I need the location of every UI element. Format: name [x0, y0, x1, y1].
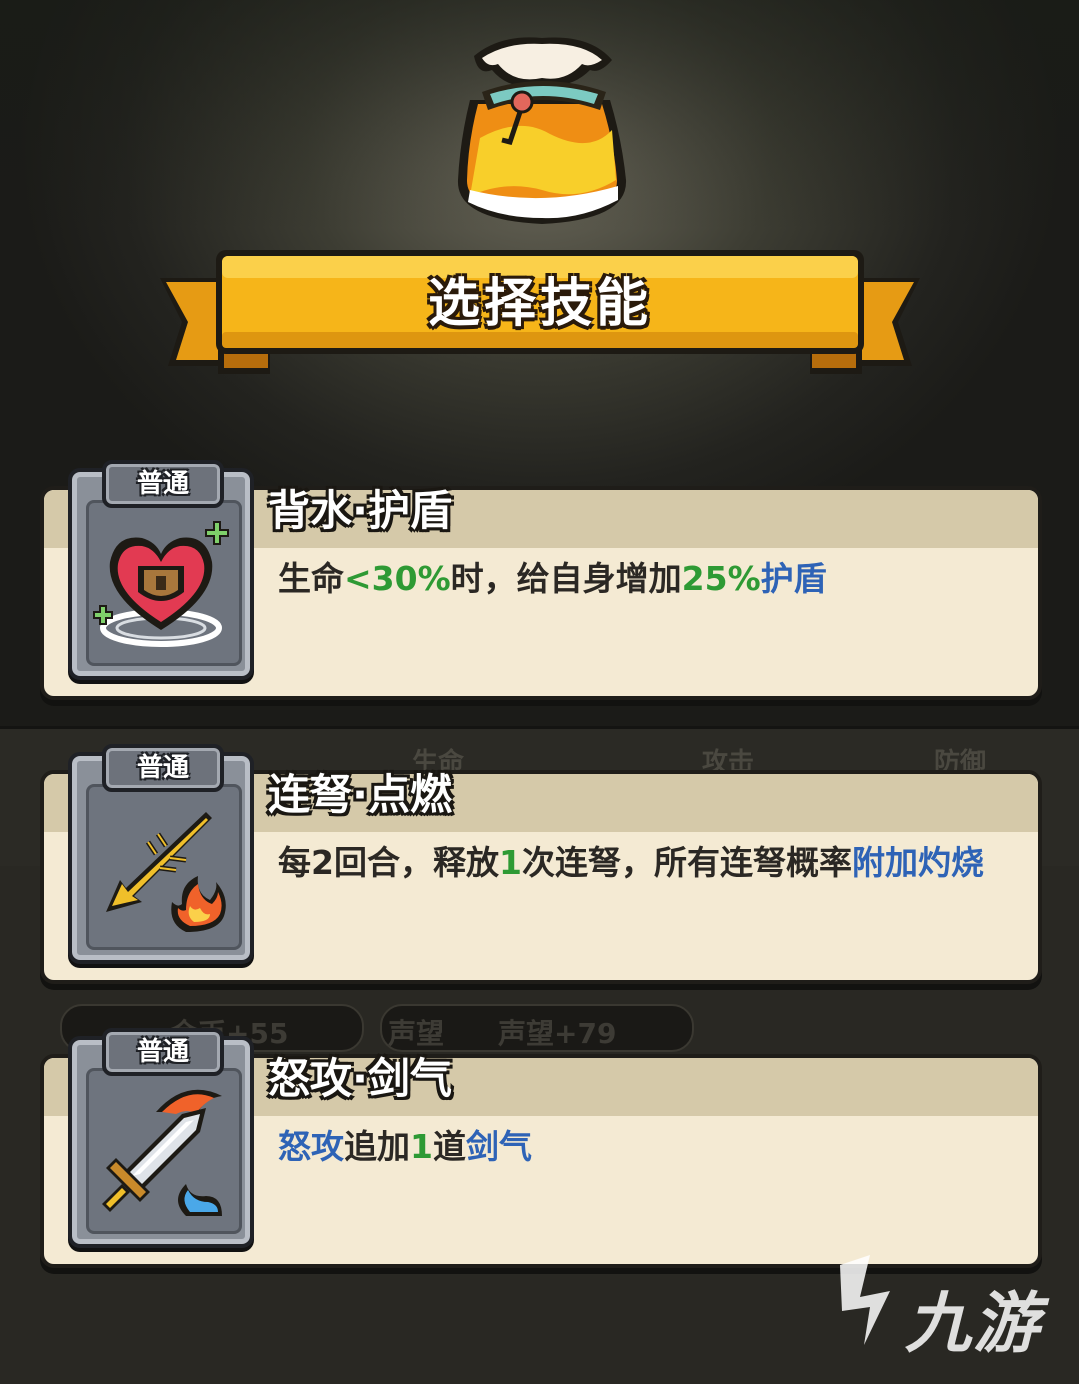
- watermark-text: 九游: [905, 1285, 1041, 1362]
- heart-shield-icon: [93, 521, 229, 647]
- skill-card-1[interactable]: 背水·护盾 生命<30%时，给自身增加25%护盾 普通: [40, 460, 1042, 700]
- desc-segment: 时，给自身增加: [450, 559, 682, 598]
- desc-segment: 怒攻: [278, 1127, 344, 1166]
- skill-description: 每2回合，释放1次连弩，所有连弩概率附加灼烧: [278, 840, 998, 886]
- desc-segment: 剑气: [465, 1127, 532, 1166]
- skill-name: 背水·护盾: [268, 486, 452, 535]
- desc-segment: 护盾: [760, 559, 827, 598]
- skill-card-3[interactable]: 怒攻·剑气 怒攻追加1道剑气 普通: [40, 1028, 1042, 1268]
- desc-segment: 次连弩，所有连弩概率: [521, 843, 852, 882]
- desc-segment: 生命: [278, 559, 344, 598]
- desc-segment: 追加: [344, 1127, 410, 1166]
- bg-fame-icon-label: 声望: [388, 1017, 445, 1050]
- desc-segment: 1: [498, 843, 522, 882]
- page-title: 选择技能: [427, 273, 652, 334]
- desc-segment: 1: [410, 1127, 433, 1166]
- desc-segment: 附加灼烧: [851, 843, 984, 882]
- tier-badge: 普通: [102, 744, 224, 792]
- bg-fame-pill: 声望 声望+79: [380, 1004, 694, 1052]
- bg-fame-label: 声望+79: [498, 1017, 617, 1050]
- desc-segment: 道: [432, 1127, 466, 1166]
- tier-badge: 普通: [102, 1028, 224, 1076]
- skill-pouch-icon: [457, 37, 627, 224]
- skill-name: 连弩·点燃: [268, 770, 452, 819]
- skill-description: 怒攻追加1道剑气: [278, 1124, 998, 1170]
- skill-card-2[interactable]: 连弩·点燃 每2回合，释放1次连弩，所有连弩概率附加灼烧 普通: [40, 744, 1042, 984]
- desc-segment: 25%: [681, 559, 761, 598]
- flaming-bolt-icon: [106, 812, 226, 932]
- desc-segment: <30%: [344, 559, 451, 598]
- flaming-sword-icon: [102, 1089, 222, 1216]
- desc-segment: 每2回合，释放: [278, 843, 499, 882]
- skill-name: 怒攻·剑气: [268, 1054, 452, 1103]
- skill-description: 生命<30%时，给自身增加25%护盾: [278, 556, 998, 602]
- tier-badge: 普通: [102, 460, 224, 508]
